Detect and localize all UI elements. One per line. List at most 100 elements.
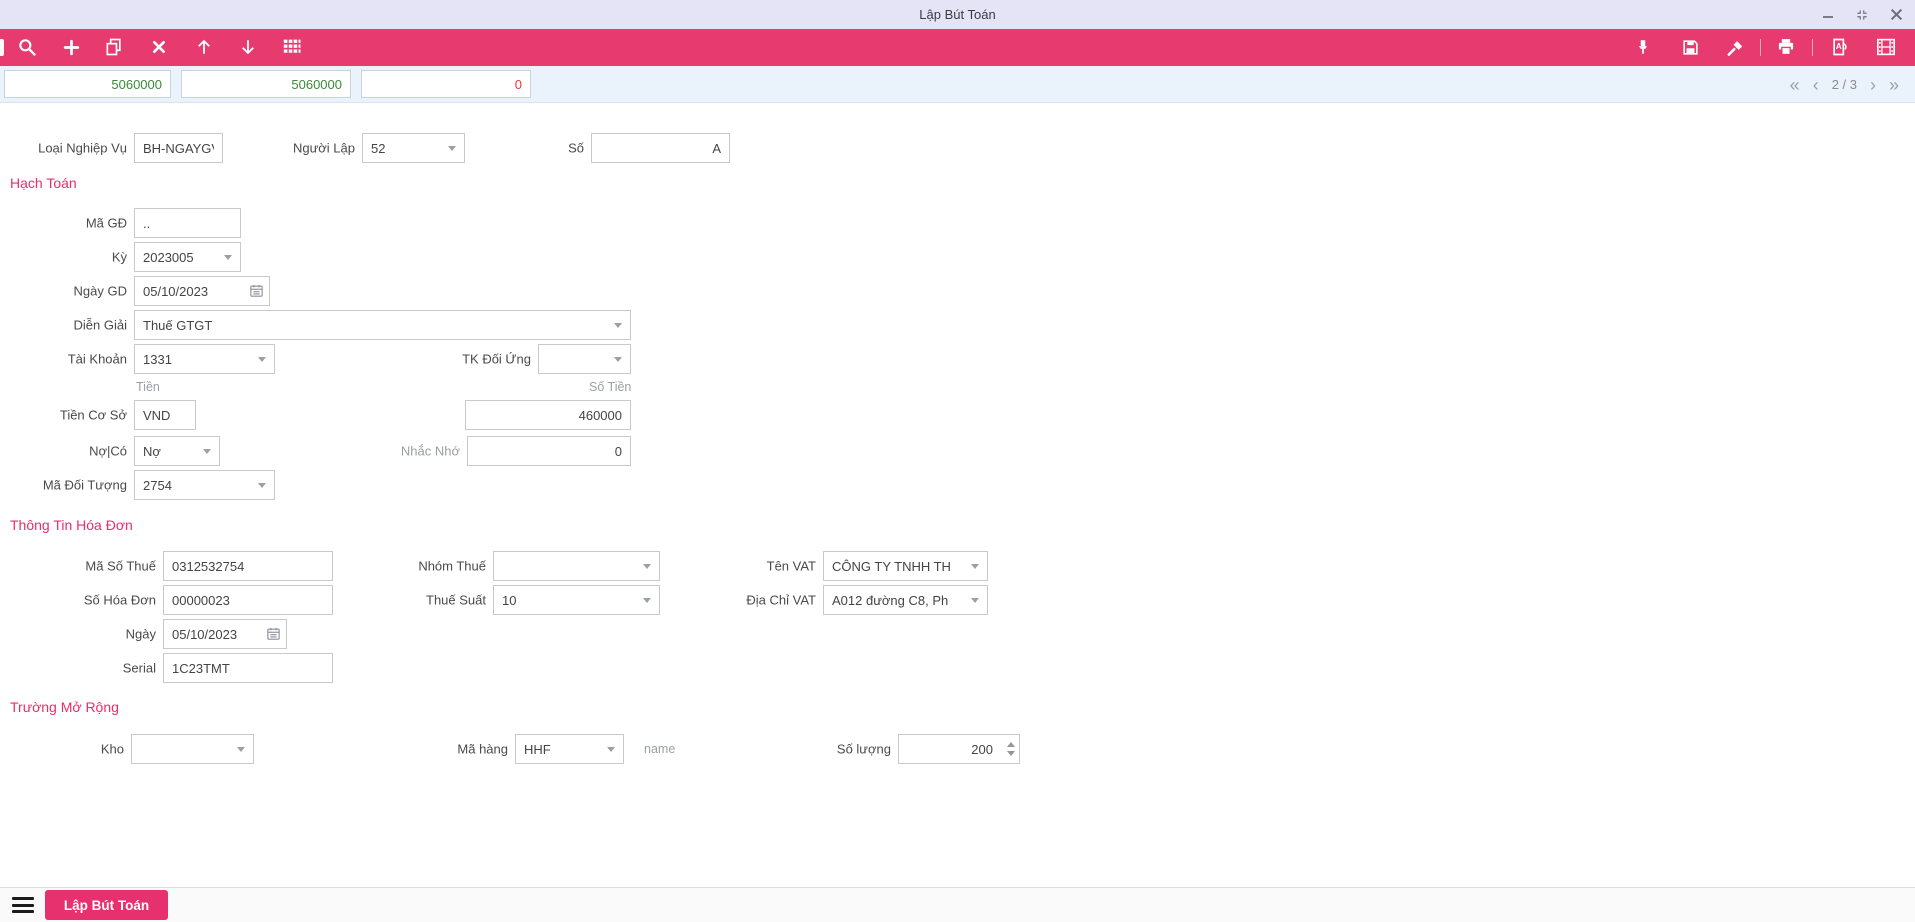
- ma-gd-input[interactable]: [134, 208, 241, 238]
- nguoi-lap-value: 52: [371, 140, 386, 156]
- nguoi-lap-label: Người Lập: [292, 140, 355, 156]
- copy-icon[interactable]: [100, 33, 128, 61]
- section-hoa-don-title: Thông Tin Hóa Đơn: [10, 517, 133, 533]
- chevron-down-icon: [258, 357, 266, 362]
- total-credit-field[interactable]: [181, 70, 351, 98]
- dia-chi-vat-value: A012 đường C8, Ph: [832, 592, 949, 608]
- move-up-icon[interactable]: [190, 33, 218, 61]
- loai-nghiep-vu-input[interactable]: [134, 133, 223, 163]
- ten-vat-select[interactable]: CÔNG TY TNHH TH: [823, 551, 988, 581]
- save-icon[interactable]: [1676, 33, 1704, 61]
- minimize-button[interactable]: [1815, 3, 1841, 27]
- calendar-icon[interactable]: [249, 283, 264, 303]
- so-label: Số: [568, 140, 584, 156]
- nguoi-lap-select[interactable]: 52: [362, 133, 465, 163]
- serial-label: Serial: [122, 660, 156, 676]
- chevron-down-icon: [448, 146, 456, 151]
- field-ky: Kỳ 2023005: [112, 242, 241, 272]
- dia-chi-vat-label: Địa Chỉ VAT: [746, 592, 816, 608]
- section-hach-toan-title: Hạch Toán: [10, 175, 77, 191]
- field-so-tien: [465, 400, 631, 430]
- so-luong-input[interactable]: [898, 734, 1020, 764]
- nhac-nho-input[interactable]: [467, 436, 631, 466]
- media-icon[interactable]: [1872, 33, 1900, 61]
- so-tien-input[interactable]: [465, 400, 631, 430]
- field-kho: Kho: [101, 734, 254, 764]
- tai-khoan-select[interactable]: 1331: [134, 344, 275, 374]
- field-ma-so-thue: Mã Số Thuế: [85, 551, 333, 581]
- field-dien-giai: Diễn Giải Thuế GTGT: [74, 310, 631, 340]
- window-title: Lập Bút Toán: [919, 7, 996, 22]
- ma-so-thue-label: Mã Số Thuế: [85, 558, 156, 574]
- thue-suat-label: Thuế Suất: [426, 592, 486, 608]
- kho-label: Kho: [100, 741, 124, 757]
- field-tai-khoan: Tài Khoản 1331: [68, 344, 275, 374]
- window-controls: [1815, 0, 1909, 29]
- kho-select[interactable]: [131, 734, 254, 764]
- thue-suat-select[interactable]: 10: [493, 585, 660, 615]
- translate-icon[interactable]: A: [1826, 33, 1854, 61]
- so-input[interactable]: [591, 133, 730, 163]
- tools-icon[interactable]: [1721, 33, 1749, 61]
- chevron-down-icon: [971, 598, 979, 603]
- delete-icon[interactable]: [145, 33, 173, 61]
- ky-select[interactable]: 2023005: [134, 242, 241, 272]
- dien-giai-select[interactable]: Thuế GTGT: [134, 310, 631, 340]
- spin-down-icon[interactable]: [1007, 751, 1015, 756]
- prev-record-icon[interactable]: ‹: [1813, 76, 1819, 94]
- last-record-icon[interactable]: »: [1889, 76, 1899, 94]
- add-icon[interactable]: [57, 33, 85, 61]
- lap-but-toan-button[interactable]: Lập Bút Toán: [45, 890, 168, 920]
- so-hoa-don-input[interactable]: [163, 585, 333, 615]
- menu-icon[interactable]: [12, 897, 34, 913]
- calendar-icon[interactable]: [266, 626, 281, 646]
- ma-doi-tuong-select[interactable]: 2754: [134, 470, 275, 500]
- clipped-icon[interactable]: [0, 39, 4, 56]
- ten-vat-label: Tên VAT: [766, 558, 816, 574]
- field-nhom-thue: Nhóm Thuế: [418, 551, 660, 581]
- tien-column-label: Tiền: [136, 380, 160, 394]
- so-tien-column-label: Số Tiền: [589, 380, 632, 394]
- field-ngay-gd: Ngày GD: [74, 276, 270, 306]
- serial-input[interactable]: [163, 653, 333, 683]
- field-no-co: Nợ|Có Nợ: [89, 436, 220, 466]
- nhom-thue-select[interactable]: [493, 551, 660, 581]
- field-tien-co-so: Tiền Cơ Sở: [60, 400, 196, 430]
- tk-doi-ung-label: TK Đối Ứng: [462, 351, 531, 367]
- move-down-icon[interactable]: [234, 33, 262, 61]
- print-icon[interactable]: [1772, 33, 1800, 61]
- total-debit-field[interactable]: [4, 70, 171, 98]
- toolbar-separator: [1812, 39, 1813, 56]
- chevron-down-icon: [614, 357, 622, 362]
- restore-button[interactable]: [1849, 3, 1875, 27]
- tien-co-so-input[interactable]: [134, 400, 196, 430]
- loai-nghiep-vu-label: Loại Nghiệp Vụ: [38, 140, 127, 156]
- no-co-select[interactable]: Nợ: [134, 436, 220, 466]
- ma-so-thue-input[interactable]: [163, 551, 333, 581]
- form-content: Loại Nghiệp Vụ Người Lập 52 Số Hạch Toán…: [0, 103, 1915, 887]
- pin-icon[interactable]: [1629, 33, 1657, 61]
- ma-hang-select[interactable]: HHF: [515, 734, 624, 764]
- record-pager: « ‹ 2 / 3 › »: [1790, 66, 1899, 103]
- dien-giai-value: Thuế GTGT: [143, 317, 213, 333]
- ma-hang-value: HHF: [524, 741, 551, 757]
- search-icon[interactable]: [13, 33, 41, 61]
- ngay-label: Ngày: [125, 626, 156, 642]
- toolbar: A: [0, 29, 1915, 66]
- spin-up-icon[interactable]: [1007, 742, 1015, 747]
- field-thue-suat: Thuế Suất 10: [426, 585, 660, 615]
- close-button[interactable]: [1883, 3, 1909, 27]
- field-so: Số: [568, 133, 730, 163]
- footer-bar: Lập Bút Toán: [0, 887, 1915, 922]
- ma-doi-tuong-label: Mã Đối Tượng: [42, 477, 127, 493]
- dia-chi-vat-select[interactable]: A012 đường C8, Ph: [823, 585, 988, 615]
- next-record-icon[interactable]: ›: [1870, 76, 1876, 94]
- tk-doi-ung-select[interactable]: [538, 344, 631, 374]
- section-truong-mo-rong-title: Trường Mở Rộng: [10, 699, 119, 715]
- field-nguoi-lap: Người Lập 52: [293, 133, 465, 163]
- first-record-icon[interactable]: «: [1790, 76, 1800, 94]
- grid-icon[interactable]: [278, 33, 306, 61]
- balance-field[interactable]: [361, 70, 531, 98]
- field-serial: Serial: [123, 653, 333, 683]
- tai-khoan-label: Tài Khoản: [67, 351, 127, 367]
